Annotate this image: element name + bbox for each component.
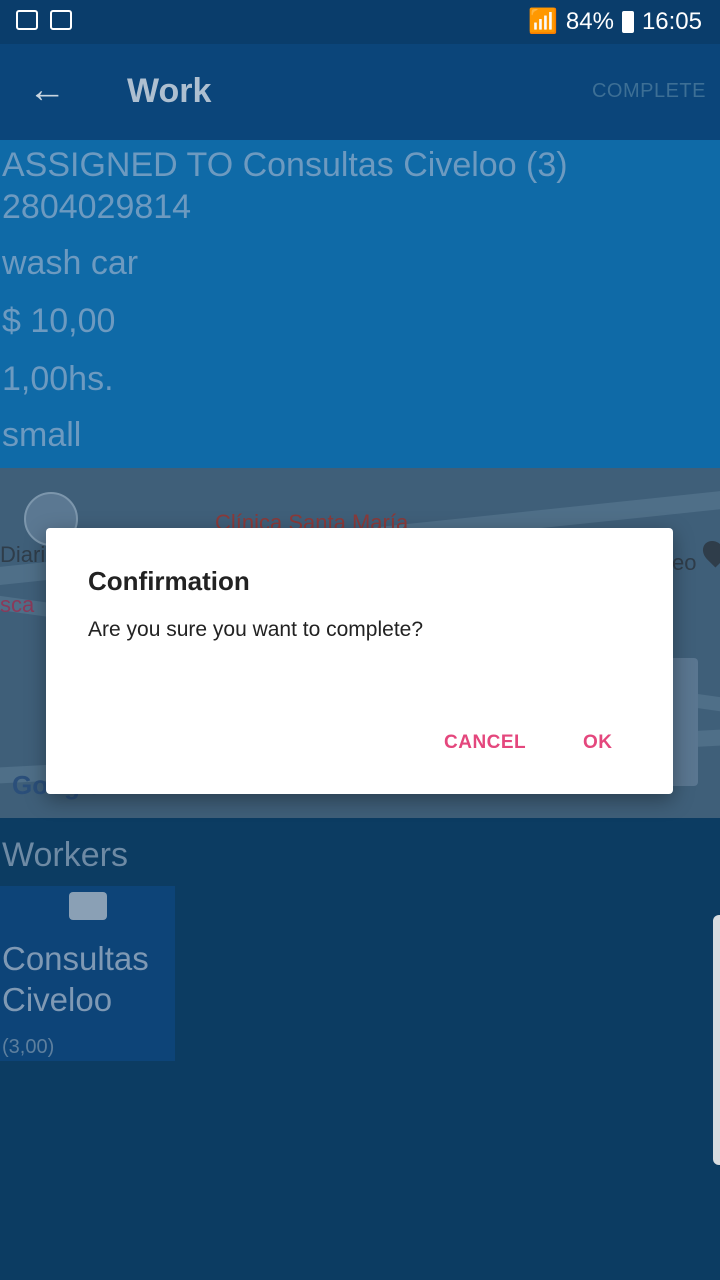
assigned-to-text: ASSIGNED TO Consultas Civeloo (3) [2,146,568,184]
wifi-icon: 📶 [528,8,558,35]
complete-button[interactable]: COMPLETE [592,80,706,103]
map-label-right: eo [672,550,697,575]
back-arrow-icon[interactable]: ← [28,70,66,110]
map-pin-icon [698,536,720,568]
duration-text: 1,00hs. [2,360,114,398]
worker-avatar [69,892,107,920]
status-bar: 📶 84% 16:05 [0,0,720,44]
phone-text: 2804029814 [2,188,192,226]
dialog-title: Confirmation [88,566,250,596]
worker-rating: (3,00) [2,1036,55,1058]
work-details: ASSIGNED TO Consultas Civeloo (3) 280402… [0,140,720,468]
worker-card[interactable]: Consultas Civeloo (3,00) [0,886,175,1061]
workers-section: Workers Consultas Civeloo (3,00) [0,818,720,1280]
gallery-icon [16,10,38,30]
clock: 16:05 [641,7,702,35]
dialog-message: Are you sure you want to complete? [88,618,424,641]
workers-heading: Workers [2,836,128,874]
price-text: $ 10,00 [2,302,116,340]
map-label-left2: sca [0,592,35,617]
size-text: small [2,416,82,454]
app-bar: ← Work COMPLETE [0,44,720,140]
worker-name: Consultas Civeloo [2,940,149,1018]
cancel-button[interactable]: CANCEL [444,732,526,754]
service-text: wash car [2,244,139,282]
page-title: Work [127,72,212,110]
voicemail-icon [50,10,72,30]
battery-percent: 84% [565,7,614,35]
edge-panel-handle[interactable] [713,915,720,1165]
confirmation-dialog: Confirmation Are you sure you want to co… [46,528,673,794]
ok-button[interactable]: OK [583,732,613,754]
battery-icon [621,10,634,33]
